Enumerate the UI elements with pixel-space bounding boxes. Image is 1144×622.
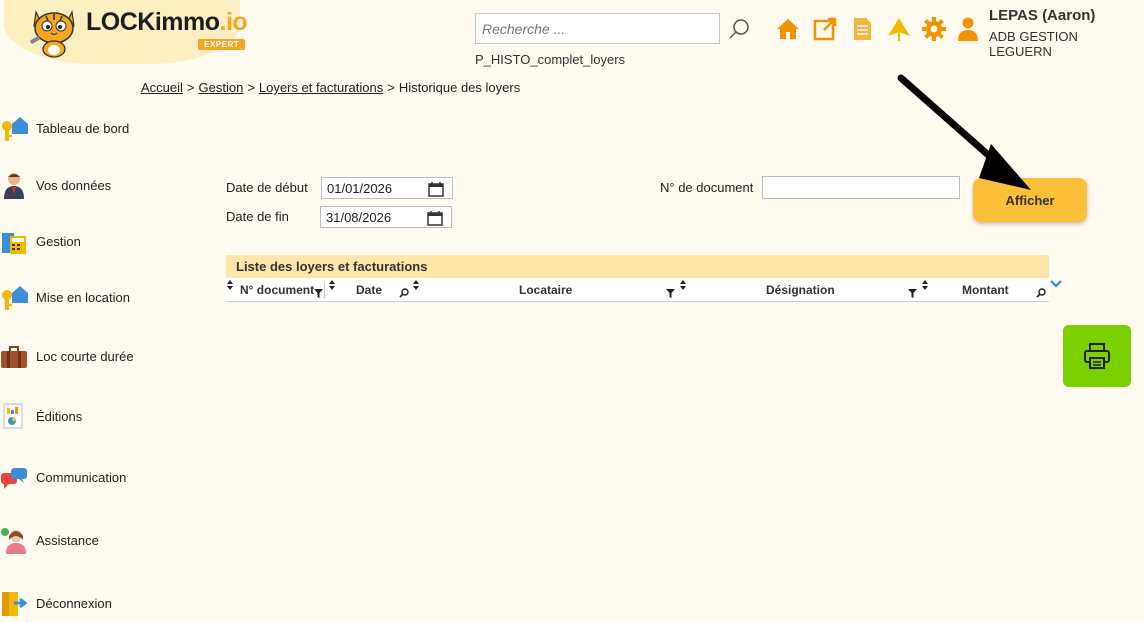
user-organization: ADB GESTION LEGUERN: [989, 29, 1078, 59]
pin-icon[interactable]: [886, 16, 912, 42]
sidebar-item-loc-courte-duree[interactable]: Loc courte durée: [0, 341, 134, 371]
sidebar-item-vos-donnees[interactable]: Vos données: [0, 170, 111, 200]
app-logo[interactable]: LOCKimmo.io EXPERT: [28, 2, 248, 58]
chevron-down-icon[interactable]: [1049, 278, 1063, 290]
column-divider: [324, 282, 325, 298]
sidebar-item-communication[interactable]: Communication: [0, 462, 126, 492]
column-header-locataire[interactable]: Locataire: [519, 278, 572, 302]
support-agent-icon: [1, 528, 26, 554]
sidebar-item-label: Gestion: [36, 233, 81, 249]
column-header-numero-document[interactable]: N° document: [240, 278, 314, 302]
sidebar-item-assistance[interactable]: Assistance: [0, 525, 99, 555]
sort-icon[interactable]: [226, 280, 234, 290]
sidebar-item-label: Tableau de bord: [36, 120, 130, 136]
column-header-date[interactable]: Date: [356, 278, 382, 302]
logout-icon: [2, 592, 28, 616]
column-header-montant[interactable]: Montant: [962, 278, 1009, 302]
annotation-arrow-icon: [897, 74, 1031, 190]
sort-icon[interactable]: [921, 280, 929, 290]
column-header-designation[interactable]: Désignation: [766, 278, 835, 302]
breadcrumb: Accueil > Gestion > Loyers et facturations > H…: [141, 80, 521, 95]
calendar-icon[interactable]: [427, 210, 443, 226]
search-icon[interactable]: [1036, 288, 1046, 298]
sidebar-item-editions[interactable]: Éditions: [0, 401, 82, 431]
document-icon[interactable]: [849, 16, 875, 42]
breadcrumb-current: Historique des loyers: [398, 80, 521, 95]
printer-icon: [1084, 343, 1110, 369]
brand-wordmark: LOCKimmo.io EXPERT: [86, 8, 248, 50]
sidebar-item-label: Éditions: [36, 408, 83, 424]
page-code: P_HISTO_complet_loyers: [475, 52, 626, 67]
gear-icon[interactable]: [921, 16, 947, 42]
filter-icon[interactable]: [314, 289, 323, 298]
sort-icon[interactable]: [679, 280, 687, 290]
home-icon[interactable]: [775, 16, 801, 42]
breadcrumb-link-gestion[interactable]: Gestion: [199, 80, 244, 95]
sidebar-item-label: Vos données: [36, 177, 112, 193]
external-link-icon[interactable]: [812, 16, 838, 42]
key-house-icon: [2, 286, 28, 310]
user-icon[interactable]: [955, 16, 981, 42]
cat-mascot-icon: [30, 10, 75, 58]
sidebar-item-label: Loc courte durée: [36, 348, 134, 364]
sidebar-item-label: Mise en location: [36, 289, 130, 305]
print-button[interactable]: [1063, 325, 1131, 387]
suitcase-icon: [1, 346, 27, 368]
sort-icon[interactable]: [328, 280, 336, 290]
search-icon[interactable]: [728, 17, 752, 41]
breadcrumb-link-accueil[interactable]: Accueil: [141, 80, 183, 95]
calendar-icon[interactable]: [428, 181, 444, 197]
end-date-label: Date de fin: [226, 209, 289, 224]
start-date-value: 01/01/2026: [327, 180, 393, 196]
chat-icon: [1, 468, 27, 489]
person-icon: [4, 173, 24, 199]
end-date-value: 31/08/2026: [326, 209, 392, 225]
sort-icon[interactable]: [412, 280, 420, 290]
search-input[interactable]: [475, 13, 720, 44]
sidebar-item-label: Communication: [36, 469, 127, 485]
filter-icon[interactable]: [666, 289, 675, 298]
user-name[interactable]: LEPAS (Aaron): [989, 7, 1095, 24]
table-title: Liste des loyers et facturations: [226, 255, 1049, 278]
search-icon[interactable]: [399, 288, 409, 298]
filter-icon[interactable]: [908, 289, 917, 298]
sidebar-item-mise-en-location[interactable]: Mise en location: [0, 282, 130, 312]
sidebar-item-label: Déconnexion: [36, 595, 112, 611]
key-house-icon: [2, 117, 28, 141]
report-icon: [3, 403, 23, 429]
sidebar-item-tableau-de-bord[interactable]: Tableau de bord: [0, 113, 129, 143]
expert-badge: EXPERT: [198, 39, 246, 50]
sidebar-item-deconnexion[interactable]: Déconnexion: [0, 588, 112, 618]
end-date-field[interactable]: 31/08/2026: [320, 206, 452, 228]
start-date-field[interactable]: 01/01/2026: [321, 177, 453, 199]
sidebar-item-gestion[interactable]: Gestion: [0, 226, 81, 256]
breadcrumb-link-loyers[interactable]: Loyers et facturations: [259, 80, 383, 95]
start-date-label: Date de début: [226, 180, 308, 195]
table-header: N° document Date Locataire Désignation M…: [226, 278, 1049, 302]
sidebar-item-label: Assistance: [36, 532, 99, 548]
calculator-icon: [2, 233, 26, 254]
document-number-label: N° de document: [660, 180, 754, 195]
